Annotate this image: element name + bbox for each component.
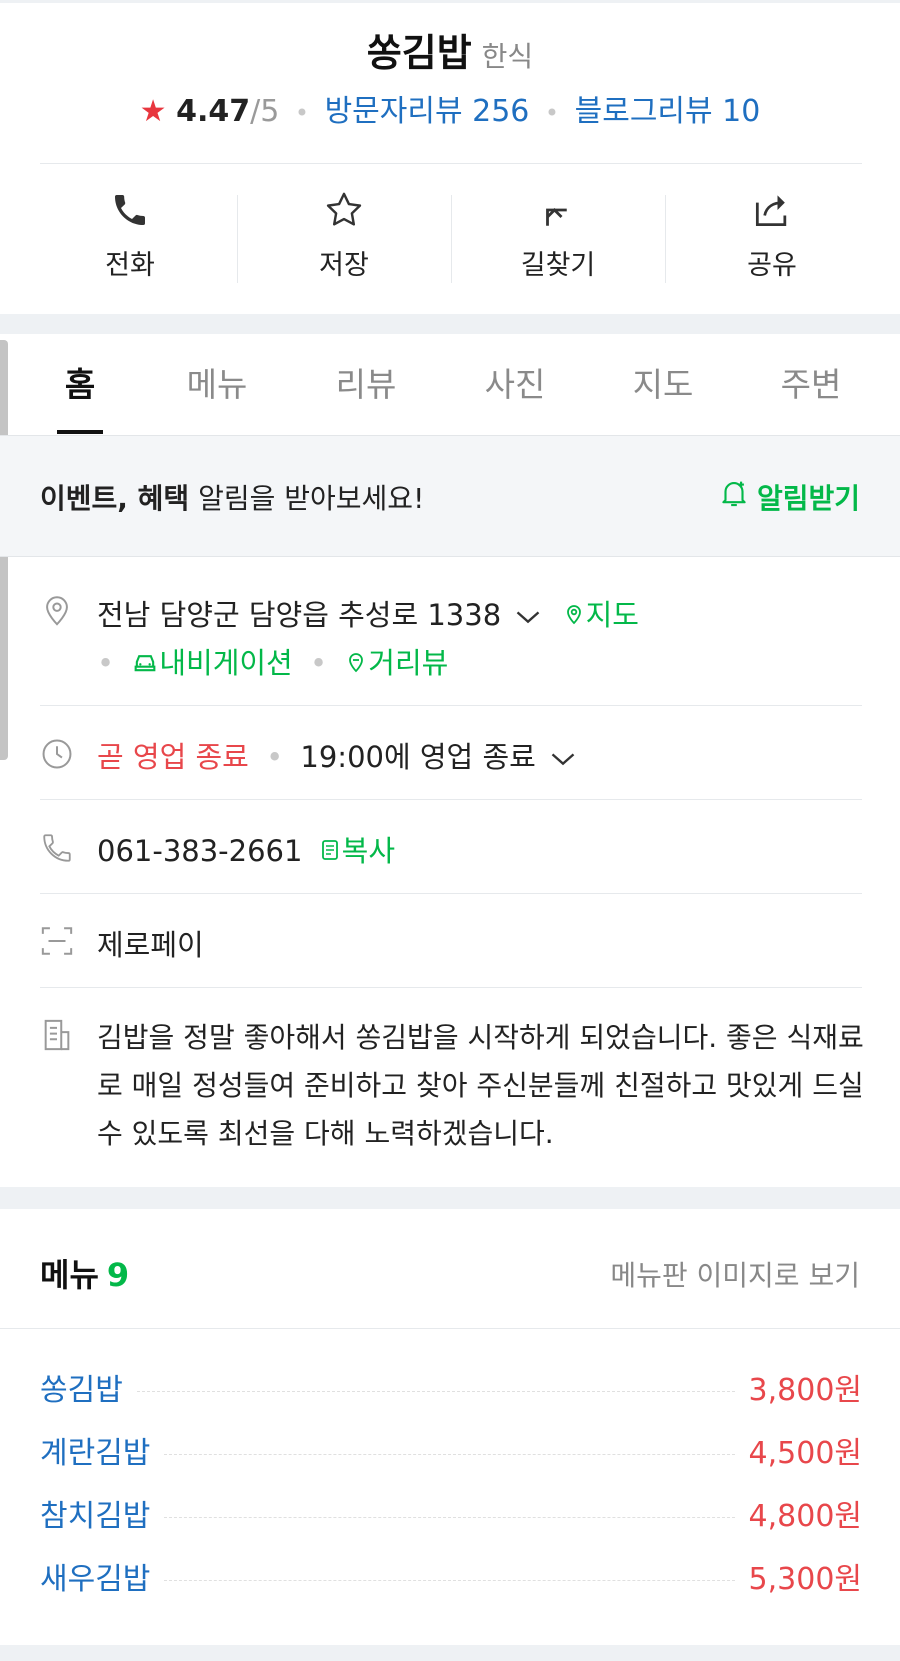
phone-number[interactable]: 061-383-2661	[97, 834, 302, 868]
copy-icon	[318, 836, 342, 871]
save-label: 저장	[319, 250, 369, 281]
call-label: 전화	[105, 250, 155, 281]
visitor-reviews-link[interactable]: 방문자리뷰 256	[325, 94, 530, 129]
menu-header: 메뉴 9	[40, 1250, 129, 1296]
tab-active-indicator	[57, 430, 103, 434]
address-links: • 내비게이션 • 거리뷰	[97, 640, 448, 683]
menu-item-price: 4,500원	[748, 1436, 862, 1471]
clock-icon	[40, 737, 74, 771]
divider	[40, 163, 862, 164]
navigation-link[interactable]: 내비게이션	[131, 646, 302, 680]
bottom-edge	[0, 1645, 900, 1661]
hours-line[interactable]: 곧 영업 종료 • 19:00에 영업 종료	[97, 734, 577, 776]
blog-reviews-link[interactable]: 블로그리뷰 10	[575, 94, 761, 129]
share-button[interactable]: 공유	[665, 185, 879, 282]
menu-item-leader	[136, 1390, 735, 1392]
place-category: 한식	[481, 40, 534, 73]
menu-item-price: 4,800원	[748, 1499, 862, 1534]
menu-item-name: 새우김밥	[40, 1562, 151, 1597]
phone-outline-icon	[40, 831, 74, 865]
separator-dot: •	[294, 99, 310, 127]
tab-review[interactable]: 리뷰	[306, 358, 426, 406]
streetview-pin-icon	[344, 648, 368, 683]
tab-menu[interactable]: 메뉴	[157, 358, 277, 406]
map-link-label: 지도	[585, 598, 639, 632]
directions-arrow-icon	[451, 185, 665, 235]
place-name: 쏭김밥	[366, 31, 472, 75]
separator-dot: •	[266, 740, 284, 774]
separator-dot: •	[97, 646, 115, 680]
divider	[40, 799, 862, 800]
tab-nearby[interactable]: 주변	[751, 358, 871, 406]
copy-label: 복사	[341, 834, 396, 868]
menu-item-leader	[164, 1516, 735, 1518]
call-button[interactable]: 전화	[23, 185, 237, 282]
phone-icon	[23, 185, 237, 235]
section-gap	[0, 1187, 900, 1209]
notice-rest: 알림을 받아보세요!	[189, 482, 425, 515]
address-line: 전남 담양군 담양읍 추성로 1338 지도	[97, 592, 639, 635]
hours-detail: 19:00에 영업 종료	[300, 740, 536, 774]
scan-payment-icon	[40, 924, 74, 958]
hours-expand-chevron-icon[interactable]	[549, 742, 577, 776]
tab-photo[interactable]: 사진	[455, 358, 575, 406]
rating-score: 4.47	[176, 94, 251, 129]
separator-dot: •	[309, 646, 328, 680]
top-edge	[0, 0, 900, 3]
menu-item-name: 참치김밥	[40, 1499, 151, 1534]
section-gap	[0, 314, 900, 334]
menu-item-leader	[164, 1453, 735, 1455]
streetview-label: 거리뷰	[368, 646, 449, 680]
location-pin-icon	[40, 593, 74, 627]
place-description: 김밥을 정말 좋아해서 쏭김밥을 시작하게 되었습니다. 좋은 식재료로 매일 …	[97, 1021, 864, 1150]
car-icon	[131, 648, 159, 683]
payment-text: 제로페이	[97, 928, 204, 962]
notification-label: 알림받기	[756, 481, 860, 515]
menu-item-price: 5,300원	[748, 1562, 862, 1597]
menu-item[interactable]: 쏭김밥 3,800원	[40, 1365, 862, 1409]
phone-line: 061-383-2661 복사	[97, 828, 395, 871]
divider	[40, 987, 862, 988]
notice-bold: 이벤트, 혜택	[40, 482, 190, 515]
menu-item-name: 쏭김밥	[40, 1373, 123, 1408]
tab-home[interactable]: 홈	[20, 358, 140, 406]
map-pin-icon	[562, 600, 586, 635]
menu-item[interactable]: 참치김밥 4,800원	[40, 1491, 862, 1535]
menu-item[interactable]: 계란김밥 4,500원	[40, 1428, 862, 1472]
notification-button[interactable]: 알림받기	[717, 476, 860, 517]
tab-map[interactable]: 지도	[603, 358, 723, 406]
menu-item[interactable]: 새우김밥 5,300원	[40, 1554, 862, 1598]
menu-title: 메뉴	[40, 1256, 99, 1294]
description-document-icon	[40, 1018, 74, 1052]
rating-star-icon: ★	[139, 94, 167, 129]
address-text: 전남 담양군 담양읍 추성로 1338	[97, 598, 502, 632]
map-link[interactable]: 지도	[562, 598, 639, 632]
bell-plus-icon	[717, 476, 751, 517]
place-title: 쏭김밥 한식	[0, 22, 900, 77]
menu-item-name: 계란김밥	[40, 1436, 151, 1471]
divider	[40, 893, 862, 894]
menu-item-price: 3,800원	[748, 1373, 862, 1408]
menu-count: 9	[106, 1256, 130, 1294]
directions-button[interactable]: 길찾기	[451, 185, 665, 282]
address-expand-chevron-icon[interactable]	[514, 600, 542, 634]
share-label: 공유	[747, 250, 797, 281]
hours-status: 곧 영업 종료	[97, 740, 249, 774]
navigation-label: 내비게이션	[159, 646, 293, 680]
star-outline-icon	[237, 185, 451, 235]
divider	[0, 1328, 900, 1329]
rating-max: /5	[250, 94, 280, 129]
rating-line: ★ 4.47/5 • 방문자리뷰 256 • 블로그리뷰 10	[0, 86, 900, 130]
streetview-link[interactable]: 거리뷰	[344, 646, 448, 680]
copy-button[interactable]: 복사	[318, 834, 395, 868]
directions-label: 길찾기	[520, 250, 596, 281]
divider	[40, 705, 862, 706]
save-button[interactable]: 저장	[237, 185, 451, 282]
share-icon	[665, 185, 879, 235]
menu-image-link[interactable]: 메뉴판 이미지로 보기	[610, 1254, 860, 1294]
notice-text: 이벤트, 혜택 알림을 받아보세요!	[40, 477, 424, 517]
separator-dot: •	[544, 99, 560, 127]
menu-item-leader	[164, 1579, 735, 1581]
